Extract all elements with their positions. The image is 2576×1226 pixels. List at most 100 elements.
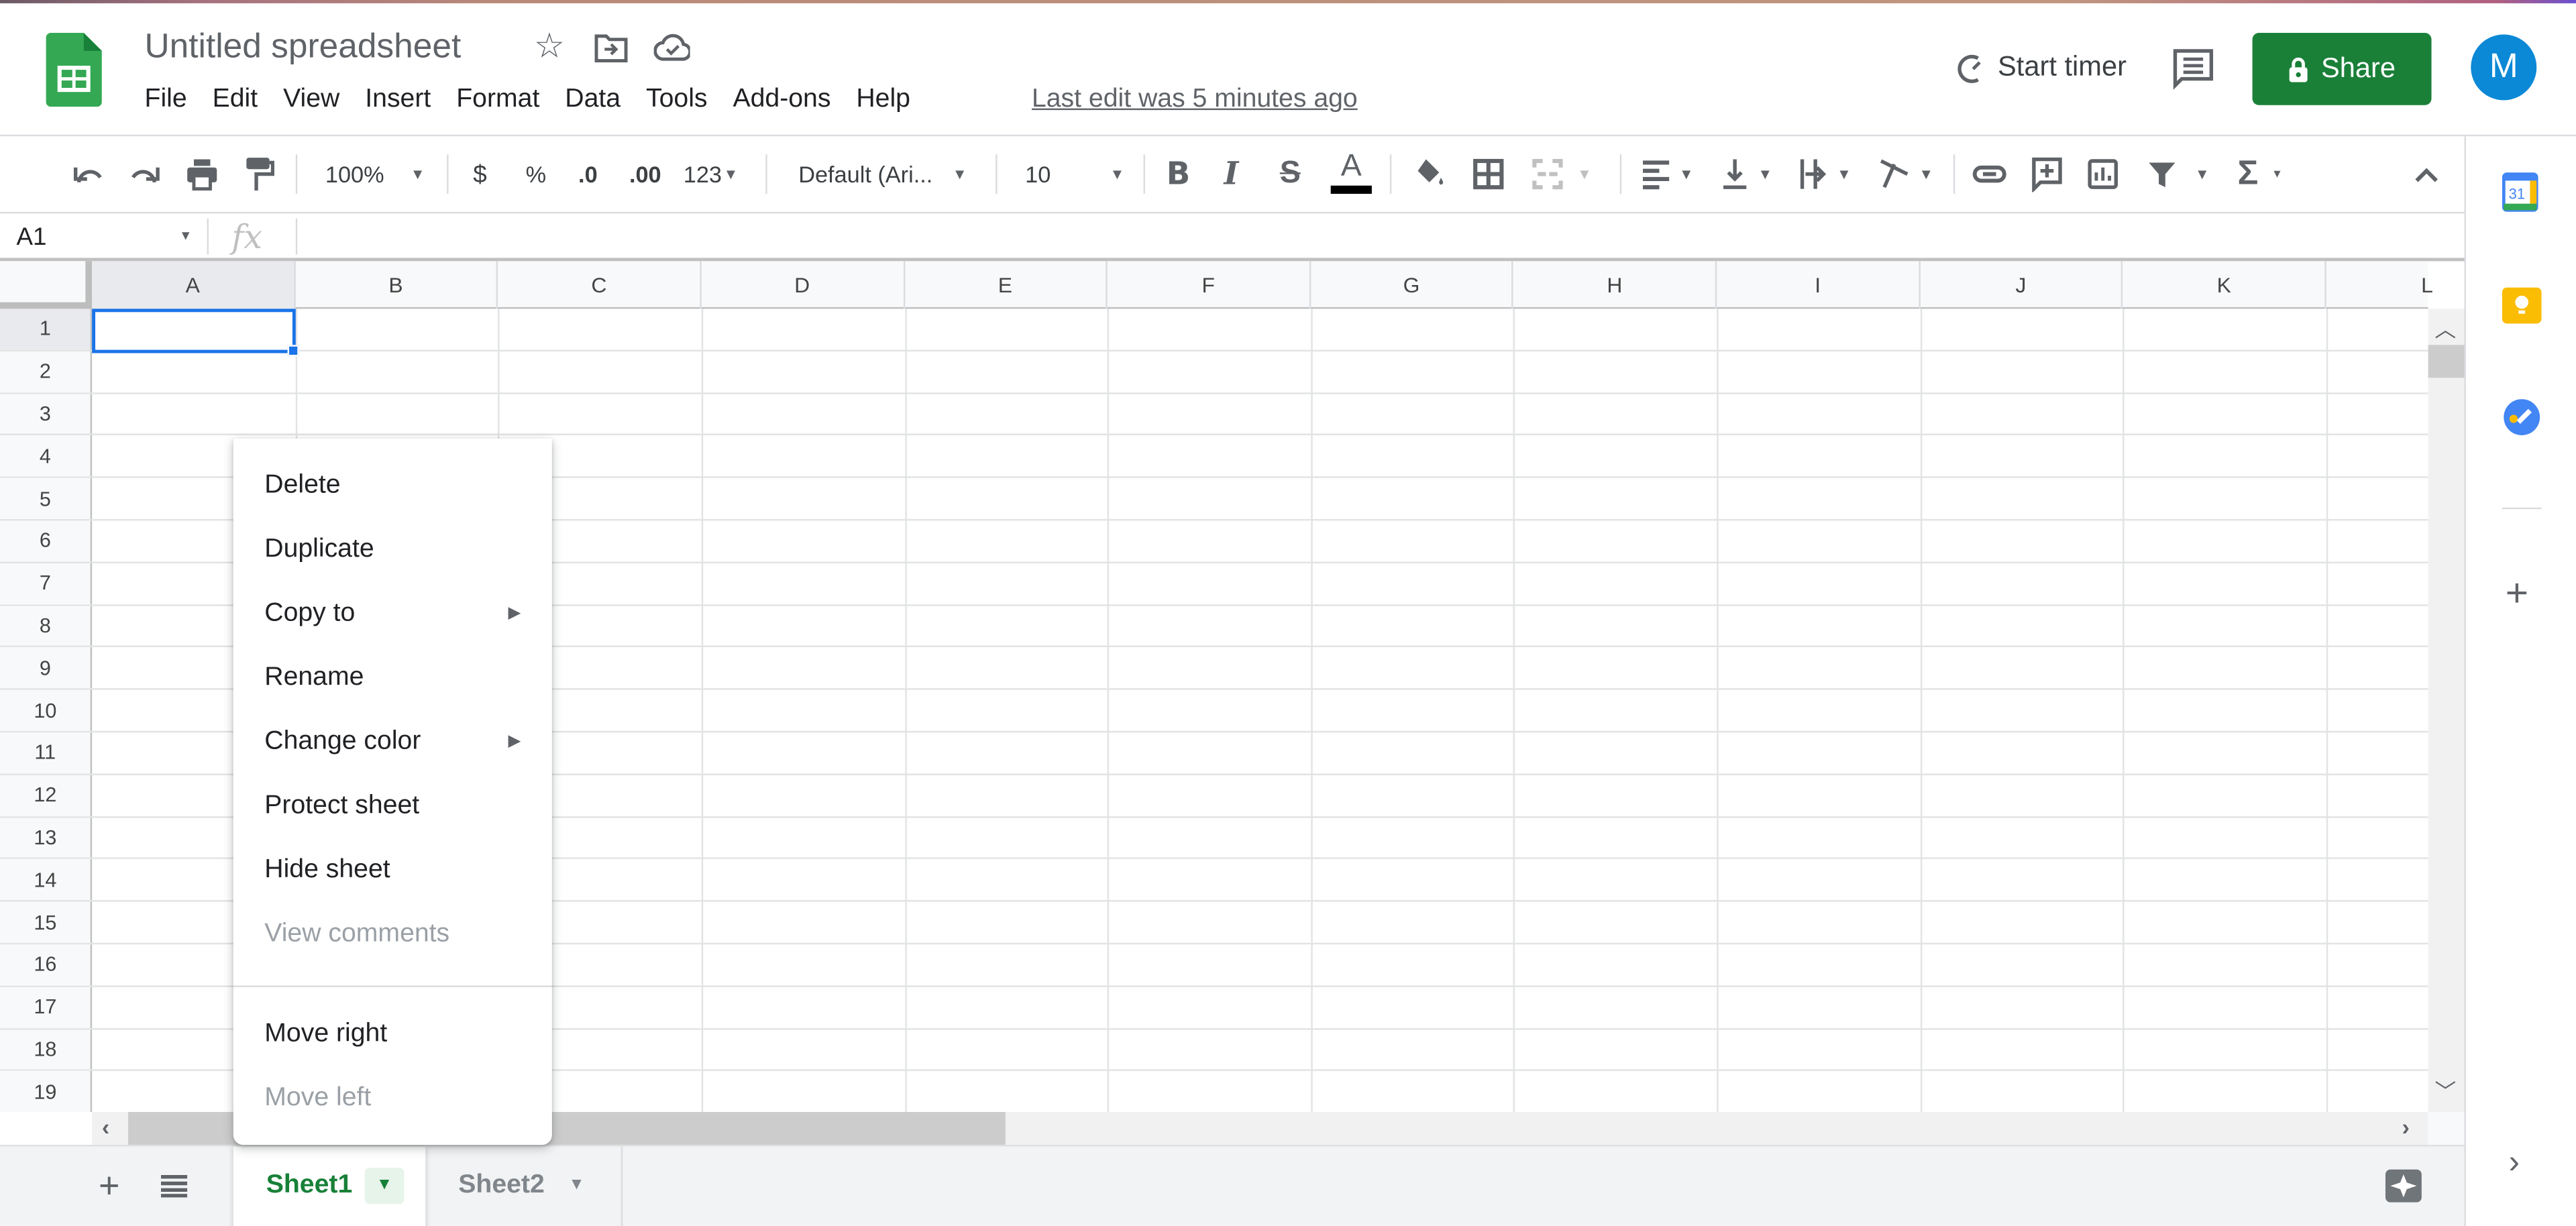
row-header-16[interactable]: 16 xyxy=(0,944,93,985)
row-header-1[interactable]: 1 xyxy=(0,309,93,350)
increase-decimal-button[interactable]: .00 xyxy=(629,156,661,192)
menu-view[interactable]: View xyxy=(283,85,339,115)
menu-item-duplicate[interactable]: Duplicate xyxy=(264,534,527,567)
menu-item-protect-sheet[interactable]: Protect sheet xyxy=(264,790,527,823)
google-keep-icon[interactable] xyxy=(2502,287,2542,324)
fill-color-icon[interactable] xyxy=(1413,156,1446,192)
decrease-decimal-button[interactable]: .0 xyxy=(578,156,598,192)
borders-icon[interactable] xyxy=(1472,156,1505,192)
row-header-6[interactable]: 6 xyxy=(0,520,93,562)
row-header-18[interactable]: 18 xyxy=(0,1029,93,1070)
selected-cell-a1[interactable] xyxy=(92,309,296,353)
percent-format-button[interactable]: % xyxy=(526,156,546,192)
column-header-c[interactable]: C xyxy=(498,261,702,309)
row-header-10[interactable]: 10 xyxy=(0,690,93,731)
move-to-folder-icon[interactable] xyxy=(594,33,628,63)
row-header-8[interactable]: 8 xyxy=(0,605,93,647)
menu-item-hide-sheet[interactable]: Hide sheet xyxy=(264,854,527,887)
row-header-17[interactable]: 17 xyxy=(0,987,93,1028)
font-size-select[interactable]: 10 ▼ xyxy=(1025,156,1124,192)
vertical-align-button[interactable]: ▼ xyxy=(1719,156,1772,192)
insert-comment-icon[interactable] xyxy=(2031,156,2063,192)
account-avatar[interactable]: M xyxy=(2471,34,2537,101)
fill-handle[interactable] xyxy=(287,345,299,357)
column-header-h[interactable]: H xyxy=(1514,261,1717,309)
undo-icon[interactable] xyxy=(70,156,107,192)
menu-edit[interactable]: Edit xyxy=(213,85,258,115)
column-header-k[interactable]: K xyxy=(2123,261,2326,309)
menu-item-move-right[interactable]: Move right xyxy=(264,1018,527,1051)
scroll-up-icon[interactable]: ︿ xyxy=(2434,312,2456,343)
menu-tools[interactable]: Tools xyxy=(646,85,707,115)
text-wrapping-button[interactable]: ▼ xyxy=(1797,156,1851,192)
menu-add-ons[interactable]: Add-ons xyxy=(733,85,830,115)
row-header-19[interactable]: 19 xyxy=(0,1071,93,1112)
timer-icon[interactable] xyxy=(1957,52,1990,85)
row-header-12[interactable]: 12 xyxy=(0,775,93,816)
add-sheet-button[interactable]: + xyxy=(99,1164,119,1207)
print-icon[interactable] xyxy=(184,156,220,192)
menu-help[interactable]: Help xyxy=(856,85,910,115)
italic-button[interactable]: I xyxy=(1224,156,1239,192)
redo-icon[interactable] xyxy=(127,156,163,192)
column-header-a[interactable]: A xyxy=(92,261,295,309)
explore-icon[interactable] xyxy=(2383,1168,2423,1207)
get-add-ons-icon[interactable]: + xyxy=(2506,571,2528,618)
sheet-tab-menu-icon[interactable]: ▼ xyxy=(364,1168,405,1205)
insert-chart-icon[interactable] xyxy=(2086,156,2119,192)
start-timer-button[interactable]: Start timer xyxy=(1998,51,2127,84)
text-color-button[interactable]: A xyxy=(1330,150,1372,199)
vertical-scrollbar[interactable]: ︿ ﹀ xyxy=(2428,309,2465,1112)
paint-format-icon[interactable] xyxy=(241,156,274,192)
chevron-down-icon[interactable]: ▼ xyxy=(179,228,192,243)
cloud-saved-icon[interactable] xyxy=(653,32,690,64)
name-box[interactable]: A1 xyxy=(16,223,46,252)
column-header-d[interactable]: D xyxy=(701,261,905,309)
vertical-scroll-thumb[interactable] xyxy=(2428,345,2465,378)
scroll-down-icon[interactable]: ﹀ xyxy=(2434,1074,2456,1106)
scroll-right-icon[interactable]: › xyxy=(2402,1113,2409,1139)
strikethrough-button[interactable]: S xyxy=(1280,156,1301,192)
horizontal-align-button[interactable]: ▼ xyxy=(1640,156,1694,192)
menu-item-copy-to[interactable]: Copy to ▶ xyxy=(264,598,527,630)
row-header-14[interactable]: 14 xyxy=(0,859,93,901)
row-header-13[interactable]: 13 xyxy=(0,817,93,858)
sheet-tab-menu-icon[interactable]: ▼ xyxy=(568,1176,584,1194)
menu-item-rename[interactable]: Rename xyxy=(264,662,527,695)
menu-insert[interactable]: Insert xyxy=(365,85,431,115)
sheet-tab-sheet1[interactable]: Sheet1 ▼ xyxy=(233,1146,426,1226)
column-header-g[interactable]: G xyxy=(1311,261,1514,309)
row-header-2[interactable]: 2 xyxy=(0,351,93,392)
row-header-9[interactable]: 9 xyxy=(0,647,93,689)
row-header-11[interactable]: 11 xyxy=(0,732,93,773)
collapse-toolbar-icon[interactable] xyxy=(2412,156,2441,192)
zoom-select[interactable]: 100% ▼ xyxy=(325,156,425,192)
column-header-j[interactable]: J xyxy=(1920,261,2124,309)
functions-button[interactable]: Σ ▼ xyxy=(2238,154,2283,192)
star-icon[interactable]: ☆ xyxy=(534,26,565,67)
sheets-logo-icon[interactable] xyxy=(46,32,102,107)
filter-button[interactable]: ▼ xyxy=(2145,156,2210,192)
select-all-corner[interactable] xyxy=(0,261,93,309)
column-header-e[interactable]: E xyxy=(904,261,1108,309)
last-edit-link[interactable]: Last edit was 5 minutes ago xyxy=(1032,85,1358,115)
menu-item-change-color[interactable]: Change color ▶ xyxy=(264,726,527,759)
formula-input[interactable] xyxy=(312,213,2448,260)
row-header-15[interactable]: 15 xyxy=(0,901,93,943)
bold-button[interactable]: B xyxy=(1167,156,1190,192)
scroll-left-icon[interactable]: ‹ xyxy=(102,1113,109,1139)
share-button[interactable]: Share xyxy=(2252,32,2432,105)
menu-data[interactable]: Data xyxy=(565,85,621,115)
row-header-7[interactable]: 7 xyxy=(0,563,93,604)
row-header-5[interactable]: 5 xyxy=(0,478,93,519)
row-header-3[interactable]: 3 xyxy=(0,393,93,435)
menu-file[interactable]: File xyxy=(145,85,187,115)
column-header-f[interactable]: F xyxy=(1108,261,1311,309)
menu-item-delete[interactable]: Delete xyxy=(264,469,527,502)
google-tasks-icon[interactable] xyxy=(2502,399,2542,435)
more-formats-button[interactable]: 123 ▼ xyxy=(684,156,739,192)
sheet-tab-sheet2[interactable]: Sheet2 ▼ xyxy=(431,1146,623,1226)
text-rotation-button[interactable]: ▼ xyxy=(1876,156,1933,192)
document-title[interactable]: Untitled spreadsheet xyxy=(145,28,462,68)
column-header-i[interactable]: I xyxy=(1717,261,1921,309)
